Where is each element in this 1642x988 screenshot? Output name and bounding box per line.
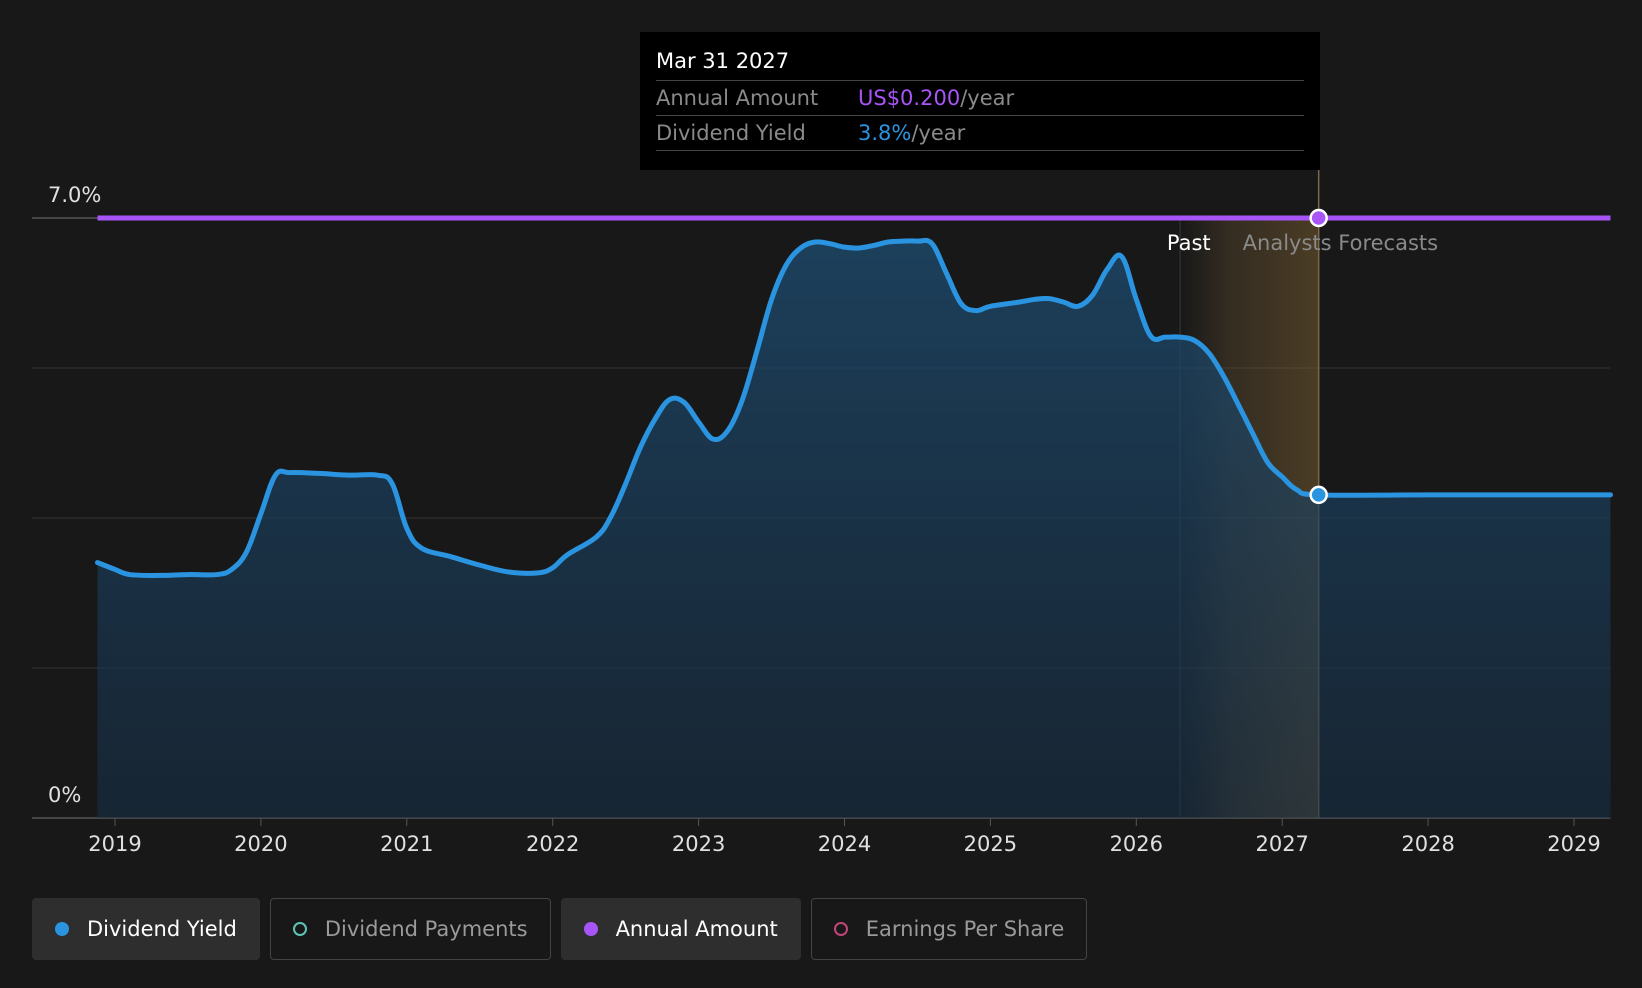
legend-earnings-per-share[interactable]: Earnings Per Share (810, 898, 1088, 960)
x-tick-label: 2019 (88, 832, 141, 856)
tooltip-row-annual-amount: Annual Amount US$0.200 /year (656, 81, 1304, 116)
dividend-payments-ring-icon (292, 922, 307, 936)
x-tick-label: 2021 (380, 832, 433, 856)
x-tick-label: 2023 (672, 832, 725, 856)
yield-area (97, 240, 1611, 819)
tooltip-row-dividend-yield: Dividend Yield 3.8% /year (656, 116, 1304, 151)
x-tick-label: 2022 (526, 832, 579, 856)
legend-label: Annual Amount (615, 917, 778, 941)
tooltip-unit: /year (960, 86, 1015, 110)
legend-label: Dividend Payments (324, 917, 528, 941)
x-tick-label: 2020 (234, 832, 287, 856)
tooltip: Mar 31 2027 Annual Amount US$0.200 /year… (640, 32, 1320, 170)
tooltip-value: US$0.200 (858, 86, 961, 110)
dividend-yield-marker (1309, 485, 1328, 505)
legend-label: Earnings Per Share (865, 917, 1065, 941)
x-axis: 2019 2020 2021 2022 2023 2024 2025 2026 2027 2028… (88, 818, 1601, 856)
dividend-yield-dot-icon (55, 922, 69, 936)
x-tick-label: 2026 (1110, 832, 1163, 856)
earnings-per-share-ring-icon (833, 922, 848, 936)
tooltip-label: Dividend Yield (656, 121, 806, 145)
dividend-yield-area (97, 240, 1611, 819)
x-tick-label: 2028 (1401, 832, 1454, 856)
annual-amount-dot-icon (583, 922, 598, 936)
y-axis-top-label: 7.0% (48, 183, 101, 207)
x-tick-label: 2024 (818, 832, 871, 856)
legend-label: Dividend Yield (87, 917, 237, 941)
legend-annual-amount[interactable]: Annual Amount (560, 898, 801, 960)
tooltip-value: 3.8% (858, 121, 912, 145)
annual-amount-marker (1309, 208, 1328, 228)
x-tick-label: 2029 (1547, 832, 1600, 856)
legend-dividend-payments[interactable]: Dividend Payments (269, 898, 551, 960)
tooltip-unit: /year (911, 121, 966, 145)
legend-dividend-yield[interactable]: Dividend Yield (32, 898, 260, 960)
past-label: Past (1167, 231, 1211, 255)
x-tick-label: 2027 (1255, 832, 1308, 856)
x-tick-label: 2025 (964, 832, 1017, 856)
forecast-label: Analysts Forecasts (1243, 231, 1438, 255)
legend: Dividend Yield Dividend Payments Annual … (32, 898, 1088, 960)
tooltip-date: Mar 31 2027 (656, 46, 1304, 81)
y-axis-bottom-label: 0% (48, 783, 81, 807)
tooltip-label: Annual Amount (656, 86, 819, 110)
